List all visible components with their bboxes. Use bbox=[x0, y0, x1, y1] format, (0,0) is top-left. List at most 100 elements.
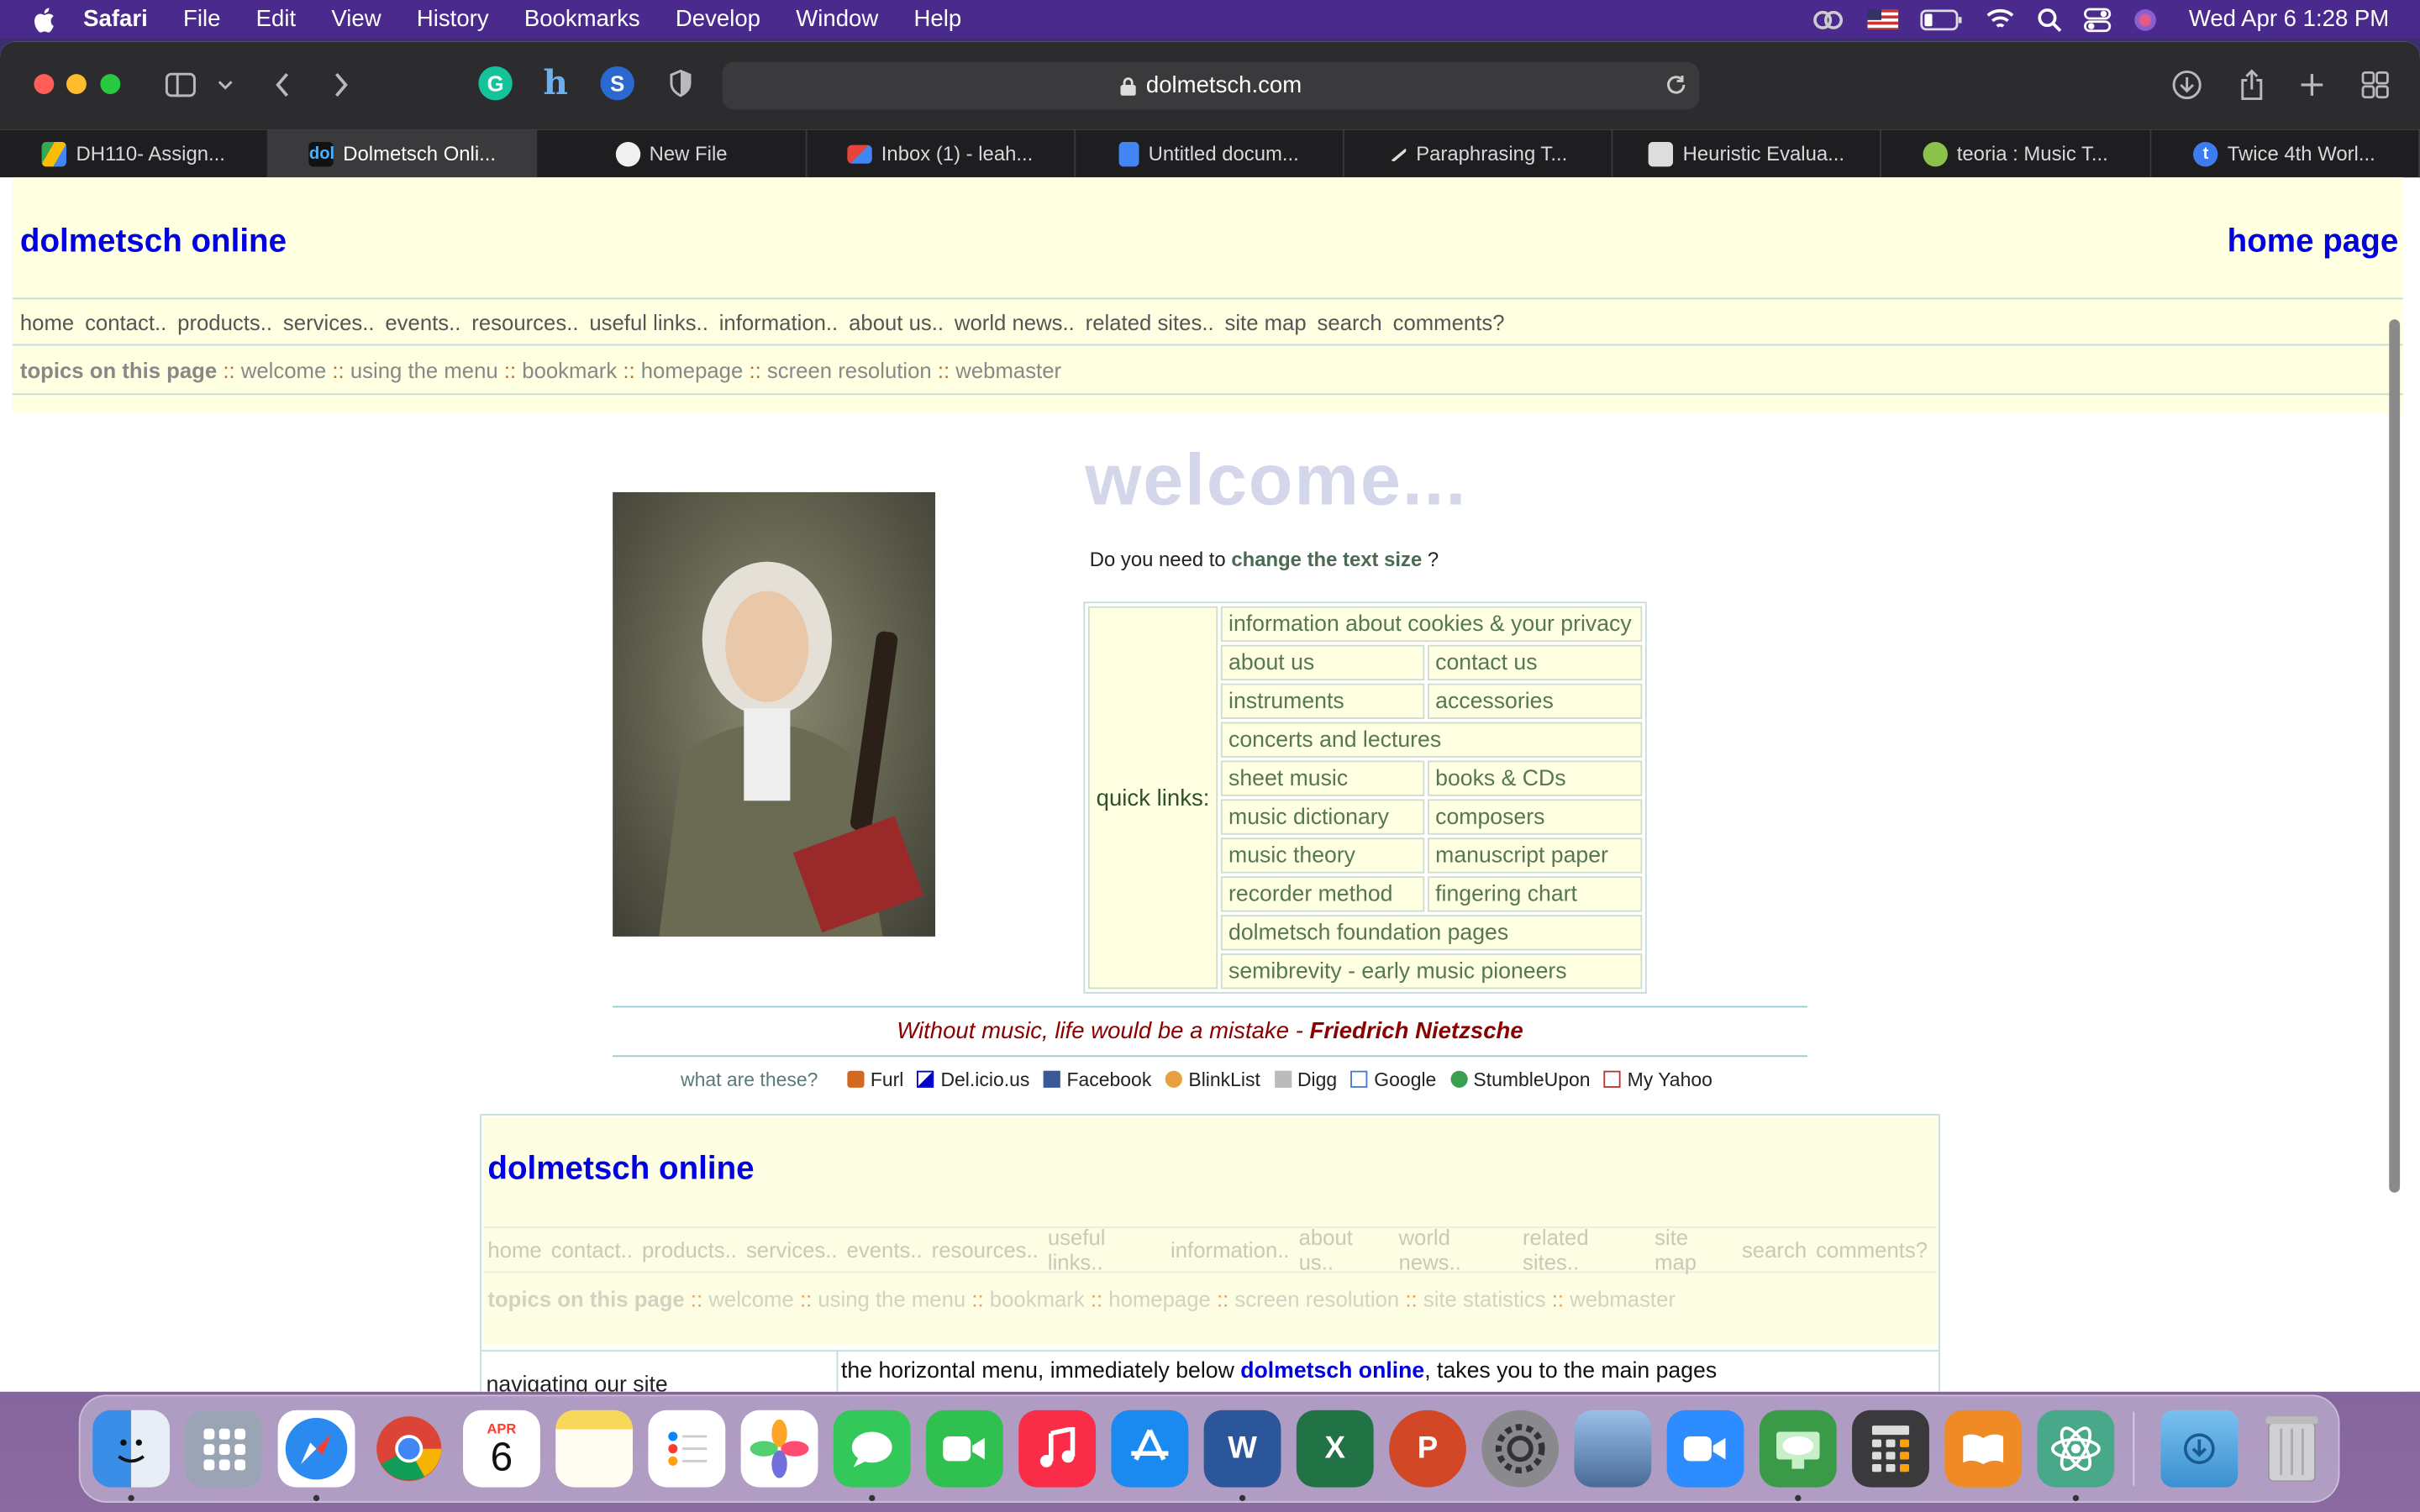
quick-link-contact[interactable]: contact us bbox=[1427, 644, 1643, 680]
reminders-icon[interactable] bbox=[648, 1410, 726, 1488]
nav-comments[interactable]: comments? bbox=[1393, 309, 1505, 333]
quick-link-sheet-music[interactable]: sheet music bbox=[1220, 760, 1425, 796]
frame-nav-home[interactable]: home bbox=[487, 1237, 541, 1262]
messages-icon[interactable] bbox=[833, 1410, 911, 1488]
quick-link-concerts[interactable]: concerts and lectures bbox=[1220, 722, 1643, 758]
siri-icon[interactable] bbox=[2133, 7, 2158, 31]
frame-nav-comments[interactable]: comments? bbox=[1816, 1237, 1928, 1262]
atom-icon[interactable] bbox=[2037, 1410, 2115, 1488]
nav-useful-links[interactable]: useful links.. bbox=[589, 309, 708, 333]
books-icon[interactable] bbox=[1944, 1410, 2023, 1488]
wifi-icon[interactable] bbox=[1985, 8, 2016, 31]
topic-bookmark[interactable]: bookmark bbox=[522, 358, 617, 382]
change-text-size-link[interactable]: change the text size bbox=[1231, 548, 1422, 571]
menu-app-name[interactable]: Safari bbox=[83, 6, 148, 32]
tab-teoria[interactable]: teoria : Music T... bbox=[1882, 129, 2151, 178]
quick-link-manuscript[interactable]: manuscript paper bbox=[1427, 837, 1643, 874]
frame-site-title[interactable]: dolmetsch online bbox=[487, 1151, 754, 1188]
topic-welcome[interactable]: welcome bbox=[241, 358, 326, 382]
frame-nav-services[interactable]: services.. bbox=[746, 1237, 838, 1262]
home-page-link[interactable]: home page bbox=[2228, 223, 2399, 260]
close-window-button[interactable] bbox=[34, 74, 55, 95]
tab-dh110[interactable]: DH110- Assign... bbox=[0, 129, 269, 178]
reload-icon[interactable] bbox=[1665, 74, 1687, 96]
word-icon[interactable]: W bbox=[1203, 1410, 1281, 1488]
menu-history[interactable]: History bbox=[417, 6, 489, 32]
nav-related-sites[interactable]: related sites.. bbox=[1086, 309, 1214, 333]
chevron-down-icon[interactable] bbox=[216, 66, 234, 103]
menu-view[interactable]: View bbox=[331, 6, 381, 32]
finder-icon[interactable] bbox=[92, 1410, 171, 1488]
minimize-window-button[interactable] bbox=[66, 74, 87, 95]
menu-file[interactable]: File bbox=[183, 6, 220, 32]
tab-dolmetsch[interactable]: dol Dolmetsch Onli... bbox=[268, 129, 538, 178]
chrome-icon[interactable] bbox=[371, 1410, 448, 1488]
excel-icon[interactable]: X bbox=[1296, 1410, 1374, 1488]
quick-link-foundation[interactable]: dolmetsch foundation pages bbox=[1220, 915, 1643, 951]
spotlight-search-icon[interactable] bbox=[2038, 7, 2062, 32]
hypothesis-extension-icon[interactable]: h bbox=[539, 63, 572, 103]
frame-topic-webmaster[interactable]: webmaster bbox=[1570, 1287, 1676, 1311]
nav-information[interactable]: information.. bbox=[719, 309, 839, 333]
nav-contact[interactable]: contact.. bbox=[85, 309, 166, 333]
frame-topic-screen-resolution[interactable]: screen resolution bbox=[1234, 1287, 1399, 1311]
frame-nav-search[interactable]: search bbox=[1742, 1237, 1807, 1262]
frame-nav-contact[interactable]: contact.. bbox=[551, 1237, 633, 1262]
vertical-scrollbar[interactable] bbox=[2389, 319, 2401, 1193]
us-flag-icon[interactable] bbox=[1867, 9, 1899, 29]
address-bar[interactable]: dolmetsch.com bbox=[722, 61, 1700, 110]
nav-events[interactable]: events.. bbox=[385, 309, 460, 333]
downloads-icon[interactable] bbox=[2170, 66, 2203, 103]
powerpoint-icon[interactable]: P bbox=[1389, 1410, 1466, 1488]
topic-webmaster[interactable]: webmaster bbox=[955, 358, 1061, 382]
nav-world-news[interactable]: world news.. bbox=[955, 309, 1075, 333]
social-blinklist[interactable]: BlinkList bbox=[1165, 1069, 1260, 1091]
tab-new-file[interactable]: New File bbox=[538, 129, 807, 178]
frame-nav-world-news[interactable]: world news.. bbox=[1398, 1225, 1512, 1274]
notes-icon[interactable] bbox=[555, 1410, 634, 1488]
forward-arrow-icon[interactable] bbox=[330, 66, 352, 103]
social-digg[interactable]: Digg bbox=[1274, 1069, 1337, 1091]
what-are-these-link[interactable]: what are these? bbox=[681, 1069, 818, 1091]
frame-nav-about-us[interactable]: about us.. bbox=[1299, 1225, 1390, 1274]
topic-using-the-menu[interactable]: using the menu bbox=[350, 358, 498, 382]
menu-edit[interactable]: Edit bbox=[256, 6, 296, 32]
photos-icon[interactable] bbox=[740, 1410, 818, 1488]
nav-services[interactable]: services.. bbox=[283, 309, 375, 333]
quick-link-books[interactable]: books & CDs bbox=[1427, 760, 1643, 796]
quick-link-recorder[interactable]: recorder method bbox=[1220, 876, 1425, 912]
system-preferences-icon[interactable] bbox=[1481, 1410, 1560, 1488]
shield-icon[interactable] bbox=[664, 66, 697, 100]
apple-icon[interactable] bbox=[31, 5, 55, 33]
zoom-window-button[interactable] bbox=[100, 74, 121, 95]
back-arrow-icon[interactable] bbox=[271, 66, 293, 103]
quick-link-dictionary[interactable]: music dictionary bbox=[1220, 799, 1425, 835]
nav-resources[interactable]: resources.. bbox=[471, 309, 578, 333]
nav-site-map[interactable]: site map bbox=[1224, 309, 1306, 333]
topic-screen-resolution[interactable]: screen resolution bbox=[767, 358, 932, 382]
preview-icon[interactable] bbox=[1574, 1410, 1652, 1488]
downloads-folder-icon[interactable] bbox=[2160, 1410, 2238, 1488]
tab-overview-icon[interactable] bbox=[2359, 66, 2392, 103]
sidebar-toggle-icon[interactable] bbox=[164, 66, 197, 103]
frame-nav-information[interactable]: information.. bbox=[1171, 1237, 1290, 1262]
frame-nav-events[interactable]: events.. bbox=[847, 1237, 923, 1262]
tab-twice[interactable]: t Twice 4th Worl... bbox=[2150, 129, 2420, 178]
safari-icon[interactable] bbox=[277, 1410, 355, 1488]
launchpad-icon[interactable] bbox=[185, 1410, 263, 1488]
frame-nav-site-map[interactable]: site map bbox=[1655, 1225, 1733, 1274]
frame-topic-welcome[interactable]: welcome bbox=[708, 1287, 793, 1311]
new-tab-plus-icon[interactable] bbox=[2296, 66, 2328, 103]
frame-nav-resources[interactable]: resources.. bbox=[932, 1237, 1039, 1262]
frame-topic-bookmark[interactable]: bookmark bbox=[990, 1287, 1085, 1311]
menu-develop[interactable]: Develop bbox=[676, 6, 760, 32]
social-my-yahoo[interactable]: My Yahoo bbox=[1604, 1069, 1712, 1091]
nav-search[interactable]: search bbox=[1318, 309, 1382, 333]
nav-products[interactable]: products.. bbox=[177, 309, 272, 333]
grammarly-extension-icon[interactable]: G bbox=[478, 66, 513, 101]
quick-link-composers[interactable]: composers bbox=[1427, 799, 1643, 835]
frame-nav-related-sites[interactable]: related sites.. bbox=[1523, 1225, 1645, 1274]
quick-link-theory[interactable]: music theory bbox=[1220, 837, 1425, 874]
menu-bookmarks[interactable]: Bookmarks bbox=[524, 6, 640, 32]
menu-help[interactable]: Help bbox=[914, 6, 962, 32]
